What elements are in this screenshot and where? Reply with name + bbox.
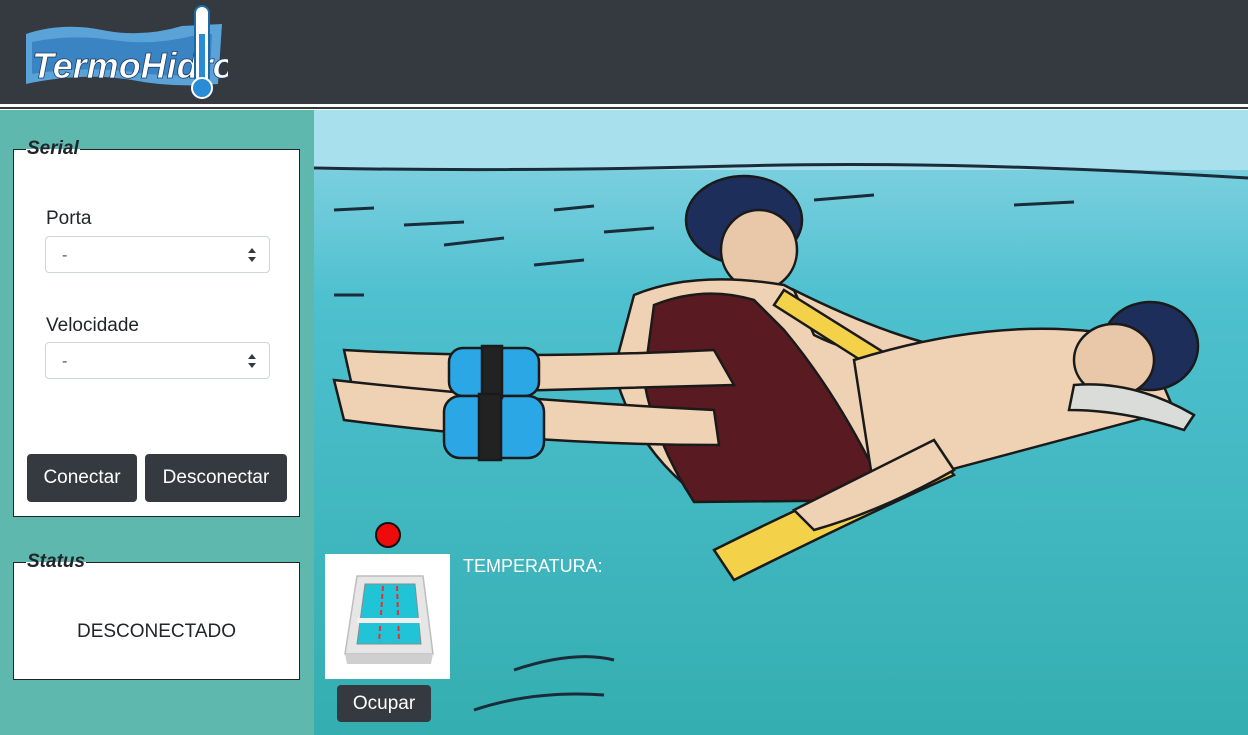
main-content: TEMPERATURA: Ocupar [314,110,1248,735]
port-label: Porta [46,208,92,229]
occupy-button[interactable]: Ocupar [337,685,431,722]
port-select-value: - [62,247,68,264]
disconnect-button[interactable]: Desconectar [145,454,287,502]
chevron-up-down-icon [248,354,256,368]
sidebar: Serial Porta - Velocidade - Conectar Des… [0,110,314,735]
serial-panel: Serial Porta - Velocidade - Conectar Des… [13,138,300,517]
port-select[interactable]: - [45,236,270,273]
termohidro-logo[interactable]: TermoHidro [22,4,235,100]
status-panel: Status DESCONECTADO [13,551,300,680]
navbar: TermoHidro [0,0,1248,104]
serial-legend: Serial [27,138,79,159]
hydrotherapy-background-image [314,110,1248,735]
thermometer-icon [191,5,213,99]
speed-label: Velocidade [46,315,139,336]
connect-button[interactable]: Conectar [27,454,137,502]
status-legend: Status [27,551,86,572]
connection-status: DESCONECTADO [76,621,237,642]
temperature-label: TEMPERATURA: [463,556,603,576]
speed-select[interactable]: - [45,342,270,379]
pool-image [325,554,450,679]
swimming-pool-icon [344,575,434,664]
chevron-up-down-icon [248,248,256,262]
speed-select-value: - [62,353,68,370]
occupancy-indicator [375,522,401,548]
